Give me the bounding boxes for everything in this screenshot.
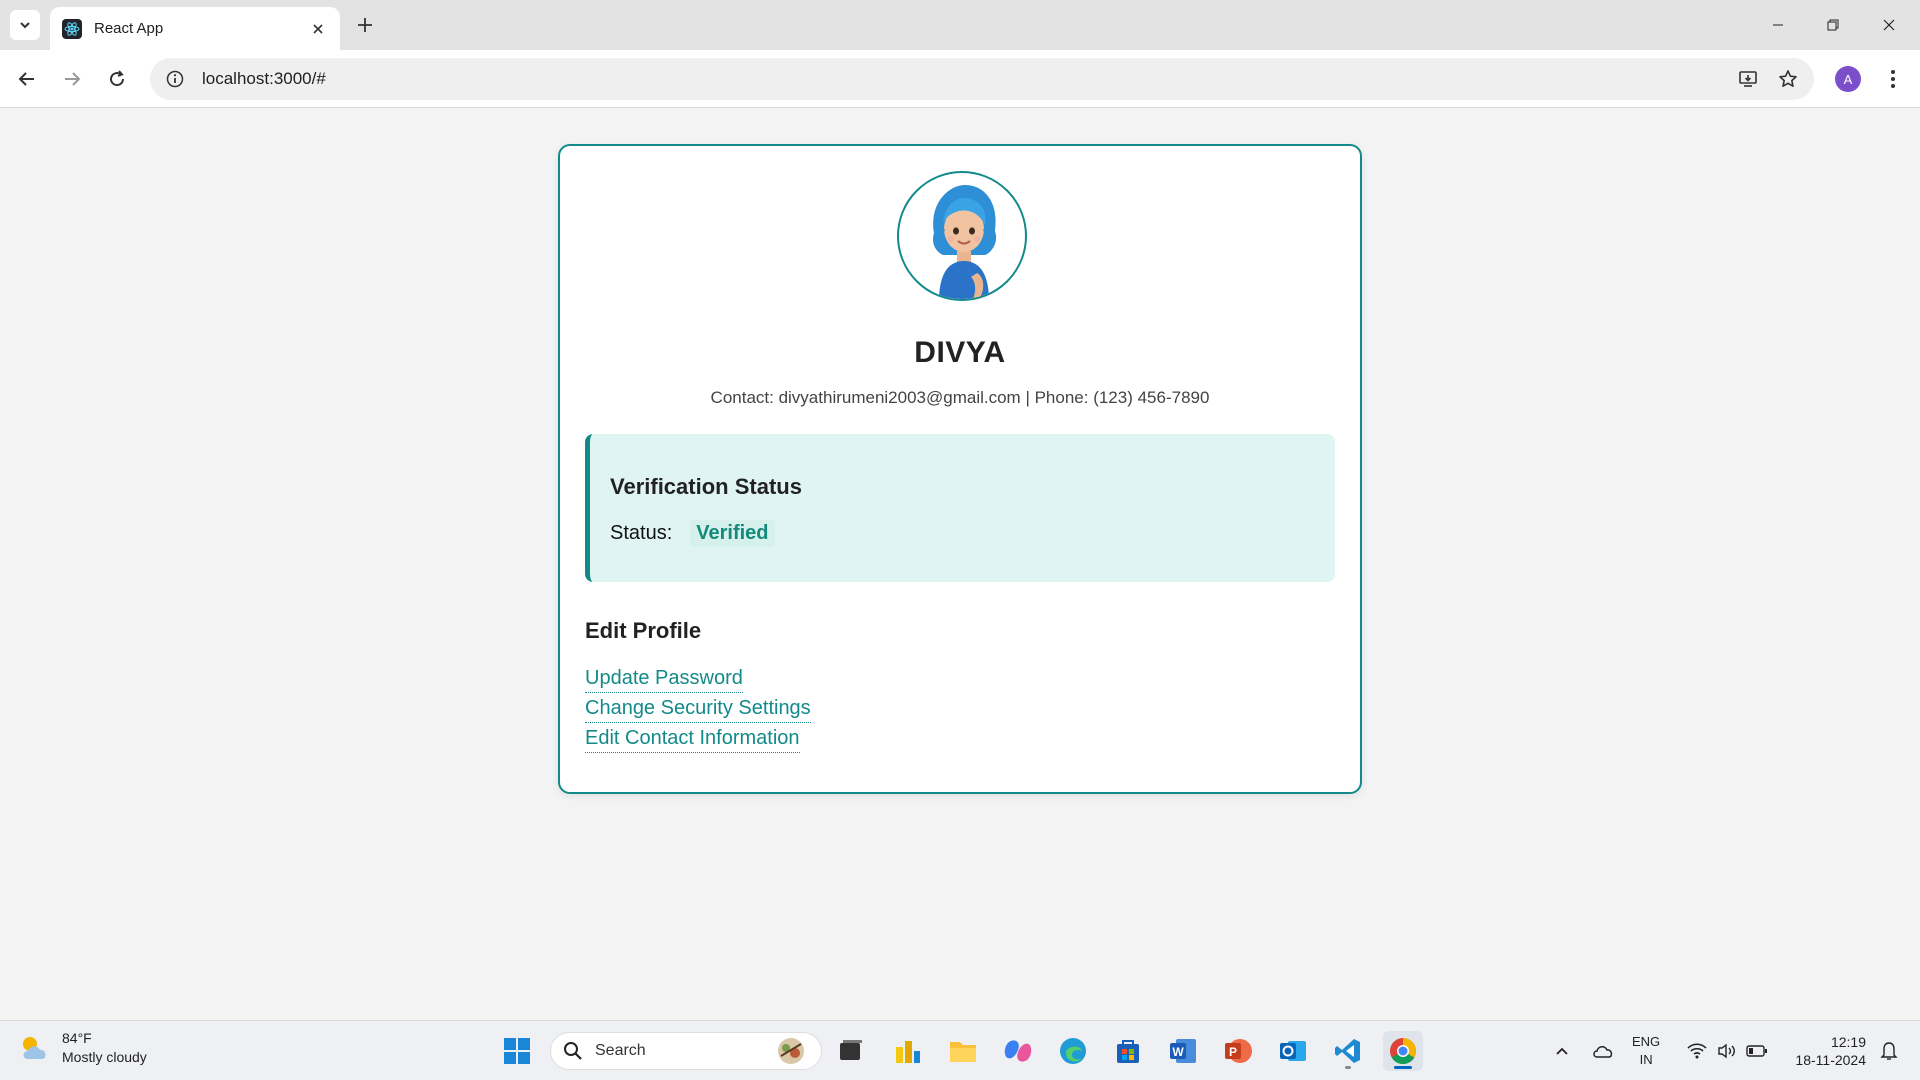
weather-desc: Mostly cloudy — [62, 1049, 147, 1065]
volume-tray[interactable] — [1713, 1029, 1741, 1073]
language-indicator[interactable]: ENG IN — [1632, 1033, 1660, 1069]
taskbar-search[interactable]: Search — [550, 1032, 822, 1070]
taskbar-copilot[interactable] — [998, 1031, 1038, 1071]
browser-tab-bar: React App — [0, 0, 1920, 50]
copilot-icon — [1004, 1040, 1032, 1062]
show-hidden-icons[interactable] — [1550, 1029, 1574, 1073]
lang-code: ENG — [1632, 1034, 1661, 1049]
arrow-left-icon — [18, 72, 34, 86]
speaker-icon — [1718, 1043, 1735, 1059]
page-viewport: DIVYA Contact: divyathirumeni2003@gmail.… — [0, 109, 1920, 1020]
profile-name: DIVYA — [914, 336, 1006, 369]
edit-profile-links: Update Password Change Security Settings… — [585, 664, 811, 754]
search-icon — [564, 1042, 582, 1060]
woman-avatar-icon — [933, 185, 997, 299]
react-logo-icon — [62, 18, 82, 39]
outlook-icon — [1280, 1041, 1306, 1061]
tab-search-button[interactable] — [10, 10, 40, 40]
minimize-icon — [1773, 24, 1783, 26]
more-vertical-icon — [1891, 70, 1895, 88]
chrome-icon — [1390, 1038, 1417, 1065]
tab-title: React App — [94, 20, 164, 37]
bookmark-star-icon[interactable] — [1768, 59, 1808, 99]
svg-text:P: P — [1229, 1045, 1237, 1059]
new-tab-button[interactable] — [352, 12, 378, 38]
update-password-link[interactable]: Update Password — [585, 664, 743, 693]
system-clock[interactable]: 12:19 18-11-2024 — [1782, 1033, 1866, 1069]
notifications-button[interactable] — [1874, 1029, 1904, 1073]
windows-taskbar: 84°F Mostly cloudy Search W P ENG IN 12:… — [0, 1020, 1920, 1080]
powerpoint-icon: P — [1225, 1039, 1252, 1063]
taskbar-store[interactable] — [1108, 1031, 1148, 1071]
svg-text:W: W — [1172, 1045, 1184, 1059]
taskbar-chrome[interactable] — [1383, 1031, 1423, 1071]
search-highlight-icon — [778, 1038, 804, 1064]
clock-date: 18-11-2024 — [1795, 1052, 1866, 1068]
chevron-down-icon — [20, 22, 30, 29]
battery-icon — [1746, 1045, 1767, 1057]
taskbar-file-explorer[interactable] — [943, 1031, 983, 1071]
tab-react-app[interactable]: React App — [50, 7, 340, 50]
task-view-button[interactable] — [831, 1031, 871, 1071]
close-tab-icon[interactable] — [308, 19, 328, 39]
start-button[interactable] — [497, 1031, 537, 1071]
change-security-settings-link[interactable]: Change Security Settings — [585, 694, 811, 723]
chevron-up-icon — [1556, 1047, 1568, 1055]
battery-tray[interactable] — [1743, 1029, 1771, 1073]
region-code: IN — [1639, 1052, 1653, 1067]
edit-contact-information-link[interactable]: Edit Contact Information — [585, 724, 800, 753]
url-text[interactable]: localhost:3000/# — [202, 69, 1728, 89]
plus-icon — [358, 18, 372, 32]
reload-button[interactable] — [100, 62, 134, 96]
profile-avatar[interactable]: A — [1835, 66, 1861, 92]
search-placeholder: Search — [595, 1042, 646, 1059]
reload-icon — [110, 70, 125, 87]
clock-time: 12:19 — [1830, 1034, 1866, 1050]
status-badge: Verified — [690, 520, 775, 547]
weather-temp: 84°F — [62, 1030, 92, 1046]
wifi-tray[interactable] — [1683, 1029, 1711, 1073]
weather-widget[interactable]: 84°F Mostly cloudy — [18, 1029, 147, 1067]
bar-chart-app-icon — [896, 1041, 920, 1063]
taskbar-outlook[interactable] — [1273, 1031, 1313, 1071]
restore-icon — [1827, 19, 1839, 31]
edge-browser-icon — [1060, 1038, 1086, 1064]
browser-toolbar: localhost:3000/# A — [0, 50, 1920, 108]
install-app-icon[interactable] — [1728, 59, 1768, 99]
browser-menu-button[interactable] — [1878, 62, 1908, 96]
verification-status-panel: Verification Status Status: Verified — [585, 434, 1335, 582]
verification-title: Verification Status — [610, 474, 802, 499]
edit-profile-title: Edit Profile — [585, 618, 702, 643]
taskbar-powerpoint[interactable]: P — [1218, 1031, 1258, 1071]
cloud-icon — [1593, 1046, 1613, 1058]
vscode-icon — [1335, 1039, 1360, 1063]
status-row: Status: Verified — [610, 520, 775, 547]
notification-bell-icon — [1880, 1042, 1898, 1060]
onedrive-tray[interactable] — [1588, 1029, 1618, 1073]
status-label: Status: — [610, 522, 673, 544]
restore-button[interactable] — [1806, 0, 1860, 50]
word-icon: W — [1170, 1039, 1196, 1063]
taskbar-word[interactable]: W — [1163, 1031, 1203, 1071]
taskbar-edge[interactable] — [1053, 1031, 1093, 1071]
task-view-icon — [840, 1040, 862, 1060]
store-icon — [1117, 1040, 1139, 1063]
partly-cloudy-icon — [23, 1037, 46, 1059]
taskbar-charts-app[interactable] — [888, 1031, 928, 1071]
forward-button[interactable] — [55, 62, 89, 96]
profile-card: DIVYA Contact: divyathirumeni2003@gmail.… — [558, 144, 1362, 794]
back-button[interactable] — [10, 62, 44, 96]
site-info-icon[interactable] — [154, 58, 196, 100]
taskbar-vscode[interactable] — [1328, 1031, 1368, 1071]
profile-picture — [897, 171, 1027, 301]
windows-logo-icon — [504, 1038, 530, 1064]
address-bar[interactable]: localhost:3000/# — [150, 58, 1814, 100]
wifi-icon — [1687, 1043, 1707, 1059]
contact-info: Contact: divyathirumeni2003@gmail.com | … — [710, 388, 1210, 407]
close-icon — [1883, 19, 1895, 31]
folder-icon — [950, 1042, 976, 1062]
minimize-button[interactable] — [1751, 0, 1805, 50]
arrow-right-icon — [65, 72, 81, 86]
close-window-button[interactable] — [1862, 0, 1916, 50]
